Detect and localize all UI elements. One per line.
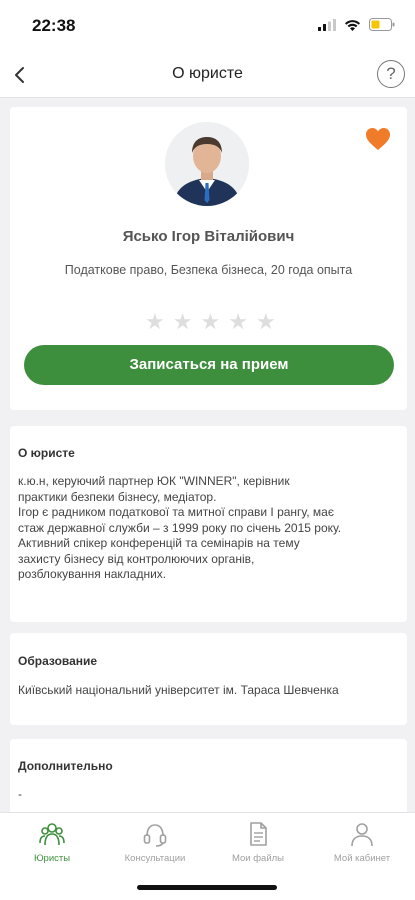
additional-title: Дополнительно <box>18 759 113 773</box>
cabinet-icon <box>351 823 373 847</box>
rating-stars[interactable]: ★ ★ ★ ★ ★ <box>145 311 276 333</box>
education-title: Образование <box>18 654 98 668</box>
about-line: розблокування накладних. <box>18 567 167 581</box>
star-icon[interactable]: ★ <box>145 311 165 333</box>
tab-consultations[interactable]: Консультации <box>105 821 205 864</box>
files-icon <box>250 822 267 846</box>
wifi-icon <box>345 19 360 31</box>
about-line: практики безпеки бізнесу, медіатор. <box>18 489 217 504</box>
about-line: Ігор є радником податкової та митної спр… <box>18 505 334 519</box>
about-line: захисту бізнесу від контролюючих органів… <box>18 551 255 566</box>
lawyer-name: Ясько Ігор Віталійович <box>122 228 295 245</box>
tab-label: Мой кабинет <box>333 853 391 864</box>
signal-icon <box>318 18 336 31</box>
star-icon[interactable]: ★ <box>173 311 193 333</box>
lawyer-specialization: Податкове право, Безпека бізнеса, 20 год… <box>64 263 353 277</box>
about-line: к.ю.н, керуючий партнер ЮК "WINNER", кер… <box>18 474 290 488</box>
status-bar: 22:38 <box>0 0 415 52</box>
education-text: Київський національний університет ім. Т… <box>18 683 339 697</box>
about-line: Активний спікер конференцій та семінарів… <box>18 536 300 550</box>
tab-label: Мои файлы <box>231 853 285 864</box>
lawyers-icon <box>39 823 65 846</box>
about-text: к.ю.н, керуючий партнер ЮК "WINNER", кер… <box>18 474 397 583</box>
tab-my-cabinet[interactable]: Мой кабинет <box>312 821 412 864</box>
about-line: стаж державної служби – з 1999 року по с… <box>18 520 342 535</box>
star-icon[interactable]: ★ <box>228 311 248 333</box>
avatar <box>165 122 249 206</box>
education-card: Образование Київський національний уніве… <box>10 633 407 725</box>
profile-card: Ясько Ігор Віталійович Податкове право, … <box>10 107 407 410</box>
tab-label: Юристы <box>33 853 71 864</box>
status-time: 22:38 <box>32 16 76 35</box>
star-icon[interactable]: ★ <box>256 311 276 333</box>
book-appointment-button[interactable]: Записаться на прием <box>24 345 394 385</box>
nav-bar: О юристе ? <box>0 52 415 98</box>
about-card: О юристе к.ю.н, керуючий партнер ЮК "WIN… <box>10 426 407 622</box>
heart-icon[interactable] <box>365 127 391 151</box>
battery-icon <box>369 18 395 31</box>
additional-text: - <box>18 787 22 801</box>
star-icon[interactable]: ★ <box>200 311 220 333</box>
tab-label: Консультации <box>124 853 186 864</box>
help-button[interactable]: ? <box>377 60 405 88</box>
page-title: О юристе <box>172 65 243 82</box>
about-title: О юристе <box>18 446 75 460</box>
tab-my-files[interactable]: Мои файлы <box>208 821 308 864</box>
tab-lawyers[interactable]: Юристы <box>2 821 102 864</box>
consultations-icon <box>143 824 167 847</box>
additional-card: Дополнительно - <box>10 739 407 819</box>
status-icons <box>318 18 395 31</box>
home-indicator <box>137 885 277 890</box>
